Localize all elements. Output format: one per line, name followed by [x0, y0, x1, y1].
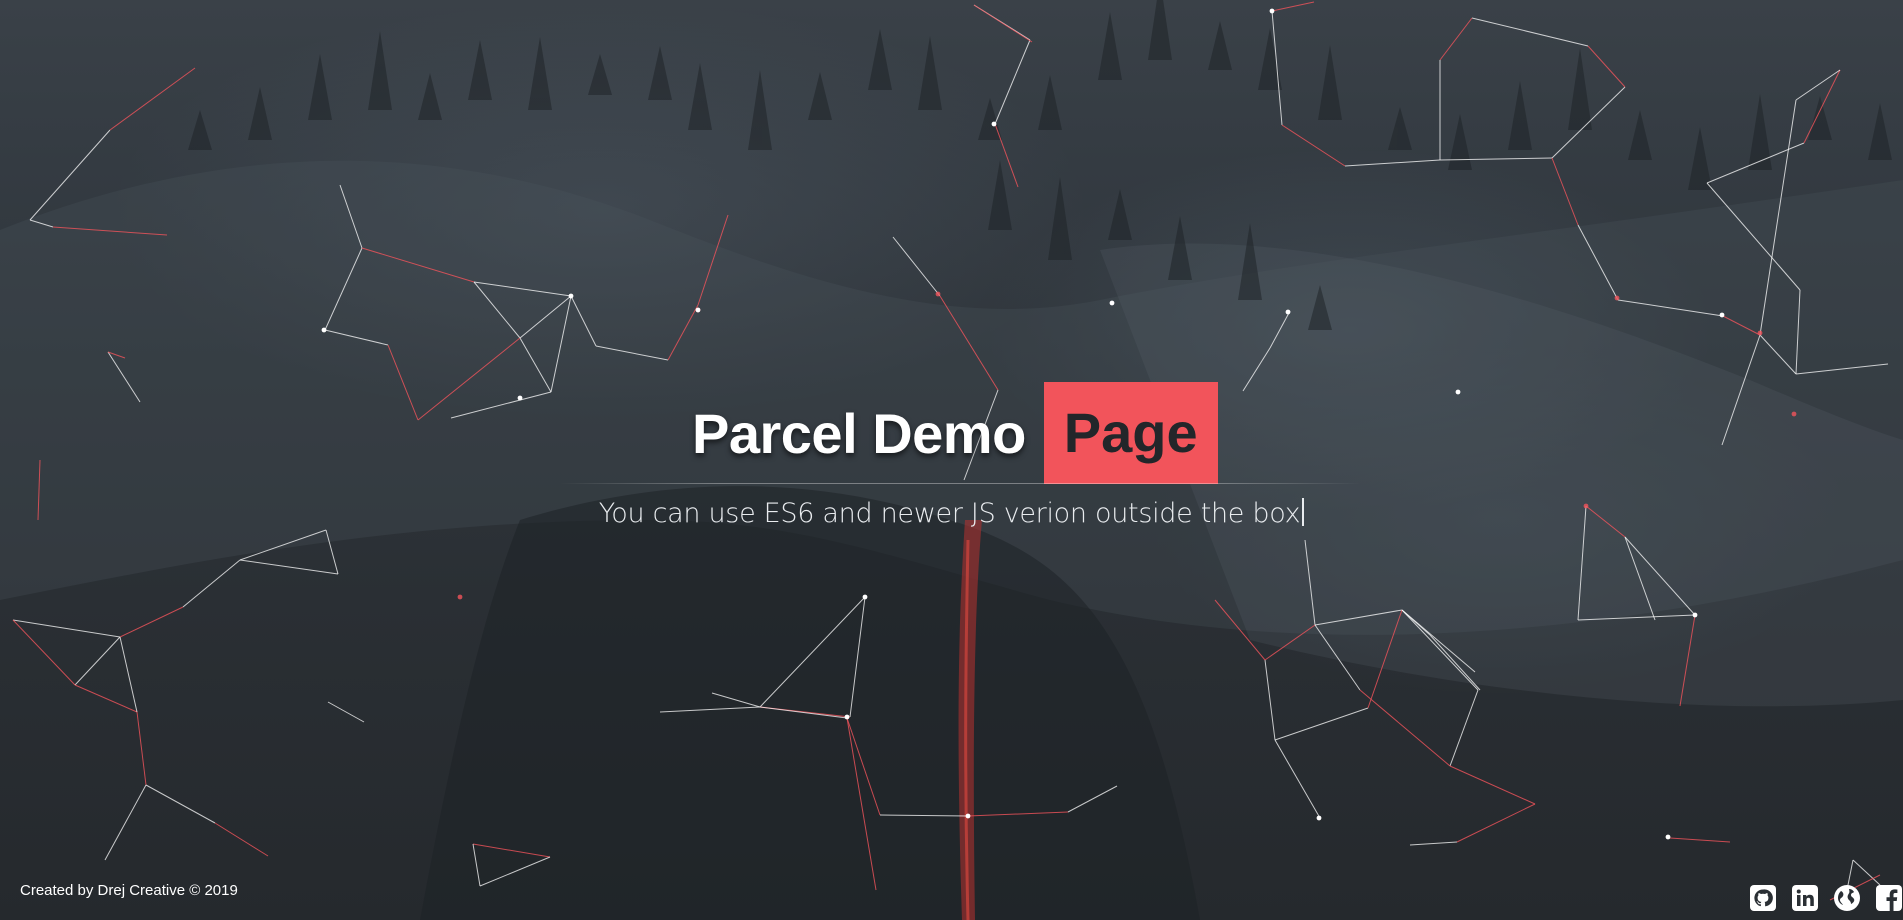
- page: Parcel Demo Page You can use ES6 and new…: [0, 0, 1903, 920]
- globe-icon: [1834, 885, 1860, 911]
- social-links: [1749, 884, 1903, 912]
- hero-title: Parcel Demo Page: [692, 382, 1218, 484]
- hero-title-main: Parcel Demo: [692, 401, 1026, 465]
- hero-divider: [560, 483, 1360, 484]
- hero: Parcel Demo Page You can use ES6 and new…: [0, 0, 1903, 920]
- github-link[interactable]: [1749, 884, 1777, 912]
- linkedin-icon: [1792, 885, 1818, 911]
- github-icon: [1750, 885, 1776, 911]
- linkedin-link[interactable]: [1791, 884, 1819, 912]
- footer-credit: Created by Drej Creative © 2019: [20, 882, 238, 899]
- website-link[interactable]: [1833, 884, 1861, 912]
- hero-subtitle: You can use ES6 and newer JS verion outs…: [0, 498, 1903, 529]
- facebook-link[interactable]: [1875, 884, 1903, 912]
- facebook-icon: [1876, 885, 1902, 911]
- hero-subtitle-text: You can use ES6 and newer JS verion outs…: [598, 498, 1301, 529]
- hero-title-highlight: Page: [1043, 382, 1218, 484]
- typing-cursor: [1302, 498, 1305, 526]
